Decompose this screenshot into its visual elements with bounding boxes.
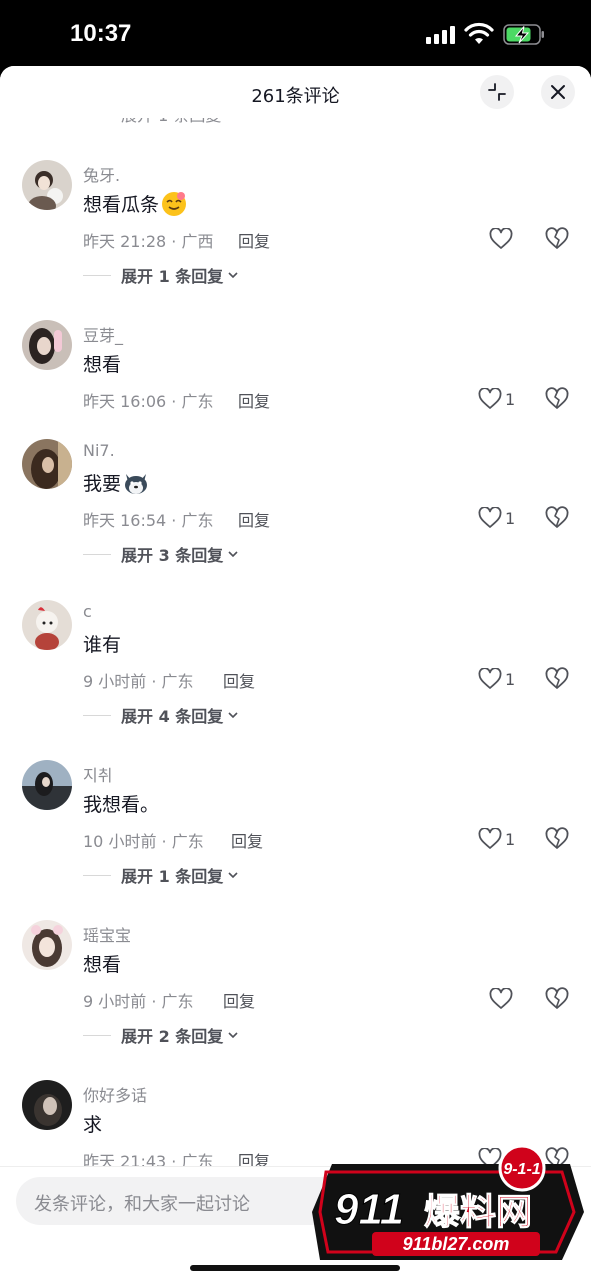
comment-username[interactable]: 瑶宝宝 [83,922,131,946]
drooling-face-emoji [162,191,187,216]
comment-time-location: 9 小时前 · 广东 [83,672,194,691]
comment-text: 求 [83,1114,103,1136]
like-count: 1 [505,669,516,689]
comment-text: 想看瓜条 [83,190,187,217]
watermark-url: 911bl27.com [403,1234,510,1254]
chevron-down-icon [228,712,238,719]
dislike-broken-heart-icon[interactable] [544,826,570,852]
heart-icon [489,988,513,1009]
like-button[interactable] [489,986,516,1012]
like-count: 1 [505,389,516,409]
comment-time-location: 昨天 16:06 · 广东 [83,392,214,411]
avatar[interactable] [22,160,72,210]
collapse-button[interactable] [480,75,514,109]
sheet-header: 261条评论 [0,66,591,118]
expand-replies-button[interactable]: 展开 2 条回复 [83,1024,239,1046]
comment-text: 想看 [83,354,122,376]
comment-username[interactable]: 兔牙. [83,162,120,186]
comment-username[interactable]: c [83,602,92,621]
cellular-signal-icon [426,26,456,44]
comment-list[interactable]: 展开 1 条回复 兔牙. 想看瓜条 昨天 21:28 · 广西 回复 [0,66,591,1166]
avatar[interactable] [22,320,72,370]
chevron-down-icon [228,872,238,879]
husky-dog-emoji [125,473,148,494]
watermark-name: 爆料网 [424,1192,532,1233]
avatar[interactable] [22,439,72,489]
avatar[interactable] [22,600,72,650]
heart-icon [489,228,513,249]
comment-username[interactable]: 지취 [83,762,112,786]
expand-replies-button[interactable]: 展开 3 条回复 [83,543,239,565]
reply-button[interactable]: 回复 [238,507,270,531]
heart-icon [478,507,502,528]
comment-item: 지취 我想看。 10 小时前 · 广东 回复 1 展开 1 条回复 [0,760,591,920]
status-time: 10:37 [70,20,132,47]
comment-item: 兔牙. 想看瓜条 昨天 21:28 · 广西 回复 展开 1 条回复 [0,160,591,320]
comment-item: c 谁有 9 小时前 · 广东 回复 1 展开 4 条回复 [0,600,591,760]
dislike-broken-heart-icon[interactable] [544,386,570,412]
comment-item: Ni7. 我要 昨天 16:54 · 广东 回复 1 展开 3 条回复 [0,439,591,599]
comment-text: 谁有 [83,634,122,656]
comment-text: 我想看。 [83,794,160,816]
status-bar: 10:37 [0,0,591,66]
watermark-badge: 9-1-1 [503,1161,540,1178]
expand-replies-button[interactable]: 展开 1 条回复 [83,864,239,886]
battery-charging-icon [503,24,544,45]
reply-button[interactable]: 回复 [223,668,255,692]
expand-replies-button[interactable]: 展开 1 条回复 [83,264,239,286]
comment-time-location: 昨天 21:43 · 广东 [83,1152,214,1166]
comment-username[interactable]: 豆芽_ [83,322,123,346]
close-icon [551,85,565,99]
like-count: 1 [505,508,516,528]
comment-input-placeholder: 发条评论，和大家一起讨论 [34,1194,250,1215]
comment-item: 瑶宝宝 想看 9 小时前 · 广东 回复 展开 2 条回复 [0,920,591,1080]
wifi-icon [464,22,494,44]
comment-text: 我要 [83,469,149,496]
chevron-down-icon [228,272,238,279]
comment-username[interactable]: 你好多话 [83,1082,147,1106]
reply-button[interactable]: 回复 [238,1148,270,1166]
comments-sheet: 261条评论 展开 1 条回复 兔牙. 想看瓜条 [0,66,591,1280]
like-button[interactable]: 1 [478,386,515,412]
collapse-icon [488,83,506,101]
comment-time-location: 10 小时前 · 广东 [83,832,204,851]
watermark-number: 911 [334,1185,404,1234]
comment-username[interactable]: Ni7. [83,441,115,460]
dislike-broken-heart-icon[interactable] [544,226,570,252]
dislike-broken-heart-icon[interactable] [544,666,570,692]
avatar[interactable] [22,920,72,970]
watermark-logo: 9-1-1 911 爆料网 911bl27.com [312,1144,584,1260]
expand-replies-button[interactable]: 展开 4 条回复 [83,704,239,726]
like-button[interactable] [489,226,516,252]
heart-icon [478,668,502,689]
dislike-broken-heart-icon[interactable] [544,505,570,531]
reply-button[interactable]: 回复 [223,988,255,1012]
avatar[interactable] [22,760,72,810]
reply-button[interactable]: 回复 [238,388,270,412]
heart-icon [478,388,502,409]
reply-button[interactable]: 回复 [231,828,263,852]
comment-time-location: 9 小时前 · 广东 [83,992,194,1011]
chevron-down-icon [228,1032,238,1039]
like-count: 1 [505,829,516,849]
comment-time-location: 昨天 21:28 · 广西 [83,232,214,251]
reply-button[interactable]: 回复 [238,228,270,252]
comment-text: 想看 [83,954,122,976]
like-button[interactable]: 1 [478,666,515,692]
close-button[interactable] [541,75,575,109]
comment-time-location: 昨天 16:54 · 广东 [83,511,214,530]
heart-icon [478,828,502,849]
dislike-broken-heart-icon[interactable] [544,986,570,1012]
like-button[interactable]: 1 [478,826,515,852]
chevron-down-icon [228,551,238,558]
avatar[interactable] [22,1080,72,1130]
like-button[interactable]: 1 [478,505,515,531]
